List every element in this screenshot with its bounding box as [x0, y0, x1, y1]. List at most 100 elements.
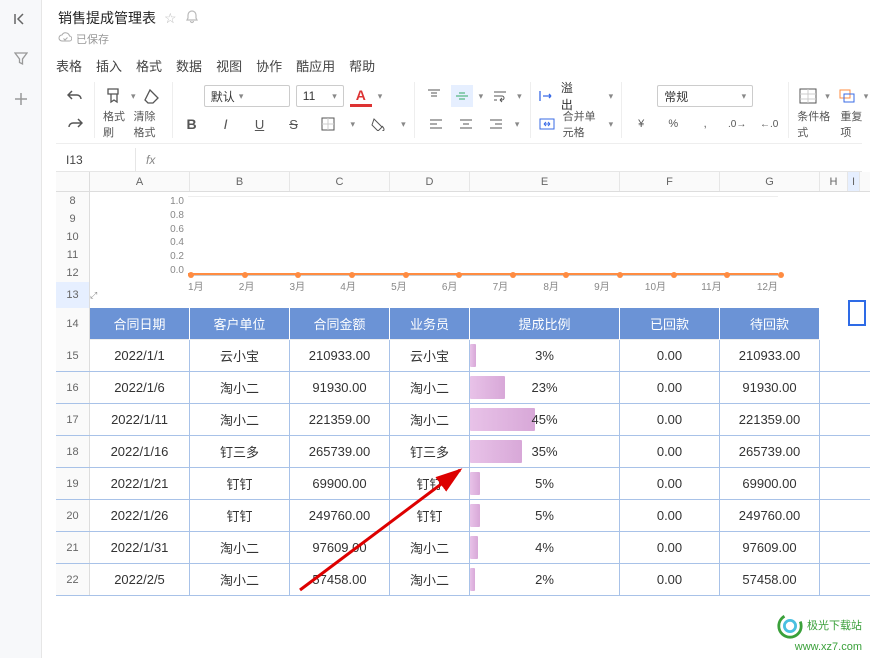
overflow-icon[interactable]	[539, 85, 555, 107]
cell-date[interactable]: 2022/1/21	[90, 468, 190, 499]
cell-ratio[interactable]: 4%	[470, 532, 620, 563]
row-header[interactable]: 22	[56, 564, 90, 595]
redo-icon[interactable]	[64, 113, 86, 135]
col-d[interactable]: D	[390, 172, 470, 191]
col-a[interactable]: A	[90, 172, 190, 191]
cell-paid[interactable]: 0.00	[620, 468, 720, 499]
align-right-icon[interactable]	[485, 113, 507, 135]
cell-date[interactable]: 2022/1/6	[90, 372, 190, 403]
cell-paid[interactable]: 0.00	[620, 532, 720, 563]
cell-customer[interactable]: 云小宝	[190, 340, 290, 371]
eraser-icon[interactable]	[142, 85, 164, 107]
cell-due[interactable]: 221359.00	[720, 404, 820, 435]
cell-ratio[interactable]: 35%	[470, 436, 620, 467]
fill-color-icon[interactable]	[367, 113, 389, 135]
cell-date[interactable]: 2022/1/26	[90, 500, 190, 531]
format-brush-label[interactable]: 格式刷	[103, 108, 126, 140]
col-h[interactable]: H	[820, 172, 848, 191]
col-g[interactable]: G	[720, 172, 820, 191]
menu-data[interactable]: 数据	[176, 56, 202, 75]
cell-date[interactable]: 2022/2/5	[90, 564, 190, 595]
cell-customer[interactable]: 钉三多	[190, 436, 290, 467]
menu-help[interactable]: 帮助	[349, 56, 375, 75]
chart[interactable]: 1.00.80.60.40.20.0 1月2月3月4月5月6月7月8月9月10月…	[158, 196, 778, 294]
menu-table[interactable]: 表格	[56, 56, 82, 75]
cond-format-label[interactable]: 条件格式	[797, 108, 834, 140]
cell-paid[interactable]: 0.00	[620, 564, 720, 595]
row-header[interactable]: 21	[56, 532, 90, 563]
cell-ratio[interactable]: 5%	[470, 500, 620, 531]
row-header[interactable]: 11	[56, 246, 90, 264]
cell-amount[interactable]: 210933.00	[290, 340, 390, 371]
dec-dec-icon[interactable]: ←.0	[758, 113, 780, 135]
cell-paid[interactable]: 0.00	[620, 372, 720, 403]
menu-view[interactable]: 视图	[216, 56, 242, 75]
cell-customer[interactable]: 钉钉	[190, 468, 290, 499]
merge-label[interactable]: 合并单元格	[563, 108, 601, 140]
clear-format-label[interactable]: 清除格式	[134, 108, 164, 140]
cell-ratio[interactable]: 23%	[470, 372, 620, 403]
bold-icon[interactable]: B	[181, 113, 203, 135]
strike-icon[interactable]: S	[283, 113, 305, 135]
star-icon[interactable]: ☆	[164, 10, 177, 27]
align-center-icon[interactable]	[455, 113, 477, 135]
underline-icon[interactable]: U	[249, 113, 271, 135]
cell-amount[interactable]: 69900.00	[290, 468, 390, 499]
cell-ratio[interactable]: 5%	[470, 468, 620, 499]
cell-due[interactable]: 210933.00	[720, 340, 820, 371]
cell-amount[interactable]: 249760.00	[290, 500, 390, 531]
align-middle-icon[interactable]	[451, 85, 473, 107]
cell-paid[interactable]: 0.00	[620, 436, 720, 467]
corner-cell[interactable]	[56, 172, 90, 191]
col-b[interactable]: B	[190, 172, 290, 191]
cell-date[interactable]: 2022/1/31	[90, 532, 190, 563]
col-c[interactable]: C	[290, 172, 390, 191]
menu-format[interactable]: 格式	[136, 56, 162, 75]
cell-customer[interactable]: 淘小二	[190, 372, 290, 403]
col-e[interactable]: E	[470, 172, 620, 191]
cell-amount[interactable]: 265739.00	[290, 436, 390, 467]
row-header[interactable]: 16	[56, 372, 90, 403]
row-header[interactable]: 20	[56, 500, 90, 531]
cell-sales[interactable]: 淘小二	[390, 532, 470, 563]
dec-inc-icon[interactable]: .0→	[726, 113, 748, 135]
cell-customer[interactable]: 淘小二	[190, 532, 290, 563]
wrap-icon[interactable]	[489, 85, 511, 107]
cell-sales[interactable]: 云小宝	[390, 340, 470, 371]
cell-amount[interactable]: 221359.00	[290, 404, 390, 435]
cell-customer[interactable]: 淘小二	[190, 564, 290, 595]
cell-sales[interactable]: 钉钉	[390, 500, 470, 531]
bell-icon[interactable]	[185, 10, 199, 27]
cell-customer[interactable]: 淘小二	[190, 404, 290, 435]
row-header[interactable]: 19	[56, 468, 90, 499]
cell-due[interactable]: 91930.00	[720, 372, 820, 403]
cell-ratio[interactable]: 45%	[470, 404, 620, 435]
menu-coolapp[interactable]: 酷应用	[296, 56, 335, 75]
row-header[interactable]: 13	[56, 282, 90, 308]
row-header[interactable]: 14	[56, 308, 90, 340]
cell-date[interactable]: 2022/1/16	[90, 436, 190, 467]
percent-icon[interactable]: %	[662, 113, 684, 135]
collapse-icon[interactable]	[10, 8, 32, 30]
cell-sales[interactable]: 淘小二	[390, 404, 470, 435]
filter-icon[interactable]	[10, 48, 32, 70]
cell-sales[interactable]: 淘小二	[390, 564, 470, 595]
dup-label[interactable]: 重复项	[840, 108, 868, 140]
row-header[interactable]: 12	[56, 264, 90, 282]
cell-due[interactable]: 57458.00	[720, 564, 820, 595]
font-color-icon[interactable]: A	[350, 85, 372, 107]
cell-amount[interactable]: 91930.00	[290, 372, 390, 403]
cell-due[interactable]: 69900.00	[720, 468, 820, 499]
menu-collab[interactable]: 协作	[256, 56, 282, 75]
cell-amount[interactable]: 57458.00	[290, 564, 390, 595]
font-size-select[interactable]: 11▾	[296, 85, 344, 107]
col-f[interactable]: F	[620, 172, 720, 191]
align-top-icon[interactable]	[423, 85, 445, 107]
undo-icon[interactable]	[64, 85, 86, 107]
cell-paid[interactable]: 0.00	[620, 500, 720, 531]
col-i[interactable]: I	[848, 172, 860, 191]
cell-ratio[interactable]: 3%	[470, 340, 620, 371]
row-header[interactable]: 10	[56, 228, 90, 246]
dup-icon[interactable]	[836, 85, 858, 107]
cell-paid[interactable]: 0.00	[620, 404, 720, 435]
